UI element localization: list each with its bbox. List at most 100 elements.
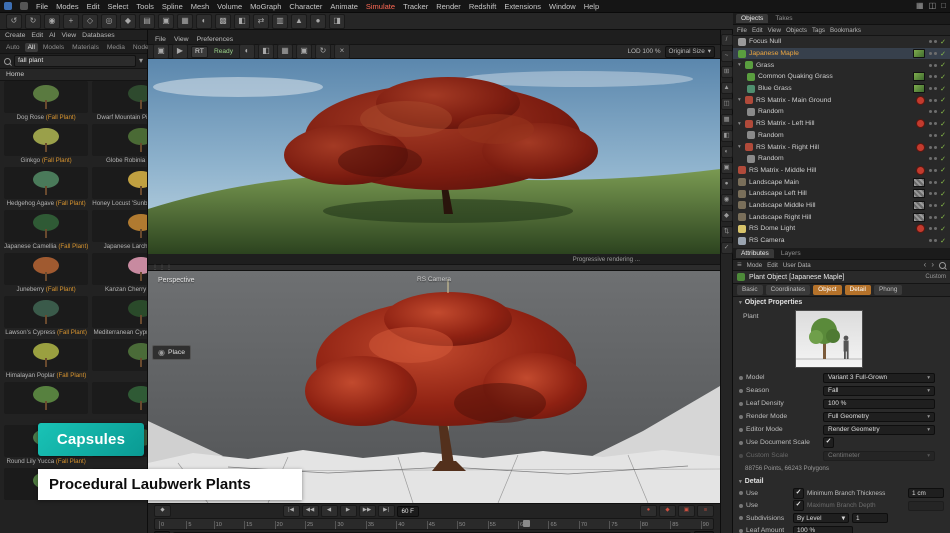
object-type-icon[interactable] (738, 166, 746, 175)
plant-asset[interactable]: Himalayan Poplar (Fall Plant) (3, 338, 89, 381)
deformers-icon[interactable]: ● (310, 13, 326, 29)
object-name[interactable]: Blue Grass (757, 85, 911, 92)
section-header[interactable]: ▾ Detail (733, 476, 950, 487)
timeline-tick[interactable]: 70 (578, 521, 587, 529)
texture-tag-icon[interactable] (913, 189, 925, 199)
app-logo-secondary-icon[interactable] (20, 2, 28, 10)
menubar-item[interactable]: Volume (217, 2, 242, 11)
object-row[interactable]: ▾ RS Matrix - Main Ground ✓ (733, 94, 950, 106)
animation-dot-icon[interactable] (739, 528, 743, 533)
animation-dot-icon[interactable] (739, 491, 743, 496)
rotate-icon[interactable]: ◎ (101, 13, 117, 29)
enable-check-icon[interactable]: ✓ (939, 225, 947, 233)
object-name[interactable]: RS Matrix - Right Hill (755, 144, 914, 151)
object-name[interactable]: RS Matrix - Main Ground (755, 97, 914, 104)
visibility-dots[interactable] (929, 40, 937, 44)
timeline-tick[interactable]: 15 (244, 521, 252, 529)
object-name[interactable]: Random (757, 132, 925, 139)
start-render-icon[interactable]: ▶ (172, 44, 188, 59)
animation-dot-icon[interactable] (739, 388, 743, 393)
menubar-item[interactable]: Modes (56, 2, 79, 11)
detail-field[interactable] (908, 500, 944, 511)
object-type-icon[interactable] (738, 236, 746, 245)
object-row[interactable]: Landscape Right Hill ✓ (733, 211, 950, 223)
detail-dropdown[interactable]: By Level ▾ (793, 513, 849, 524)
enable-check-icon[interactable]: ✓ (939, 85, 947, 93)
object-name[interactable]: RS Dome Light (748, 225, 914, 232)
object-name[interactable]: RS Matrix - Middle Hill (748, 167, 914, 174)
visibility-dots[interactable] (929, 215, 937, 219)
object-row[interactable]: ▾ Grass ✓ (733, 59, 950, 71)
menubar-item[interactable]: Tools (136, 2, 154, 11)
goto-end-icon[interactable]: ▶| (377, 505, 395, 517)
redshift-tag-icon[interactable] (916, 224, 925, 234)
enable-check-icon[interactable]: ✓ (939, 213, 947, 221)
object-row[interactable]: Japanese Maple ✓ (733, 47, 950, 60)
visibility-dots[interactable] (929, 239, 937, 243)
object-row[interactable]: ▾ RS Matrix - Right Hill ✓ (733, 141, 950, 153)
animation-dot-icon[interactable] (739, 503, 743, 508)
animation-dot-icon[interactable] (739, 453, 743, 458)
object-row[interactable]: RS Camera ✓ (733, 235, 950, 247)
objects-menu-item[interactable]: Objects (786, 27, 807, 34)
plant-asset[interactable]: Ginkgo (Fall Plant) (3, 123, 89, 166)
new-window-icon[interactable]: □ (941, 2, 946, 10)
timeline-tick[interactable]: 5 (186, 521, 191, 529)
enable-check-icon[interactable]: ✓ (939, 166, 947, 174)
object-type-icon[interactable] (738, 37, 746, 46)
visibility-dots[interactable] (929, 122, 937, 126)
live-selection-icon[interactable]: ◉ (44, 13, 60, 29)
plant-asset[interactable] (91, 338, 147, 381)
hamburger-icon[interactable]: ≡ (737, 261, 742, 269)
menubar-item[interactable]: Simulate (366, 2, 395, 11)
object-name[interactable]: Common Quaking Grass (757, 73, 911, 80)
layout-icon[interactable]: ▦ (916, 2, 924, 10)
enable-check-icon[interactable]: ✓ (939, 61, 947, 69)
object-type-icon[interactable] (738, 224, 746, 233)
object-type-icon[interactable] (745, 143, 753, 152)
object-row[interactable]: ▾ RS Matrix - Left Hill ✓ (733, 118, 950, 130)
timeline-tick[interactable]: 75 (609, 521, 618, 529)
plant-asset[interactable]: Dog Rose (Fall Plant) (3, 80, 89, 123)
plant-asset[interactable]: Globe Robinia (Fall Plant) (91, 123, 147, 166)
timeline-tick[interactable]: 45 (426, 521, 435, 529)
menubar-item[interactable]: File (36, 2, 48, 11)
visibility-dots[interactable] (929, 87, 937, 91)
cube-icon[interactable]: ⊞ (720, 66, 733, 78)
timeline-tick[interactable]: 90 (700, 521, 709, 529)
menubar-item[interactable]: Animate (330, 2, 358, 11)
redshift-tag-icon[interactable] (916, 165, 925, 175)
attribute-dropdown[interactable]: Centimeter ▾ (823, 450, 935, 461)
timeline-tick[interactable]: 20 (274, 521, 283, 529)
redo-icon[interactable]: ↻ (25, 13, 41, 29)
object-row[interactable]: Blue Grass ✓ (733, 83, 950, 95)
generators-icon[interactable]: ▲ (291, 13, 307, 29)
enable-check-icon[interactable]: ✓ (939, 201, 947, 209)
prev-frame-icon[interactable]: ◀ (320, 505, 338, 517)
attribute-tab[interactable]: Object (813, 285, 842, 295)
enable-check-icon[interactable]: ✓ (939, 73, 947, 81)
object-type-icon[interactable] (747, 131, 755, 140)
asset-browser-tab[interactable]: All (24, 42, 38, 52)
asset-browser-tab[interactable]: Media (104, 43, 128, 52)
object-name[interactable]: Grass (755, 62, 925, 69)
object-type-icon[interactable] (738, 213, 746, 222)
menubar-item[interactable]: Select (108, 2, 129, 11)
timeline-ruler[interactable]: 051015202530354045505560657075808590 (154, 518, 714, 530)
search-icon[interactable] (939, 261, 946, 269)
enable-check-icon[interactable]: ✓ (939, 155, 947, 163)
refresh-icon[interactable]: ↻ (315, 44, 331, 59)
attribute-tab[interactable]: Basic (737, 285, 763, 295)
split-panel-icon[interactable]: ◫ (929, 2, 937, 10)
visibility-dots[interactable] (929, 110, 937, 114)
coordinate-icon[interactable]: ▤ (139, 13, 155, 29)
lod-label[interactable]: LOD 100 % (628, 48, 661, 55)
next-frame-icon[interactable]: ▶▶ (358, 505, 376, 517)
clear-icon[interactable]: × (334, 44, 350, 59)
object-name[interactable]: Random (757, 155, 925, 162)
visibility-dots[interactable] (929, 192, 937, 196)
timeline-tick[interactable]: 0 (159, 521, 164, 529)
enable-check-icon[interactable]: ✓ (939, 96, 947, 104)
render-region-icon[interactable]: ▣ (153, 44, 169, 59)
object-name[interactable]: Landscape Middle Hill (748, 202, 911, 209)
